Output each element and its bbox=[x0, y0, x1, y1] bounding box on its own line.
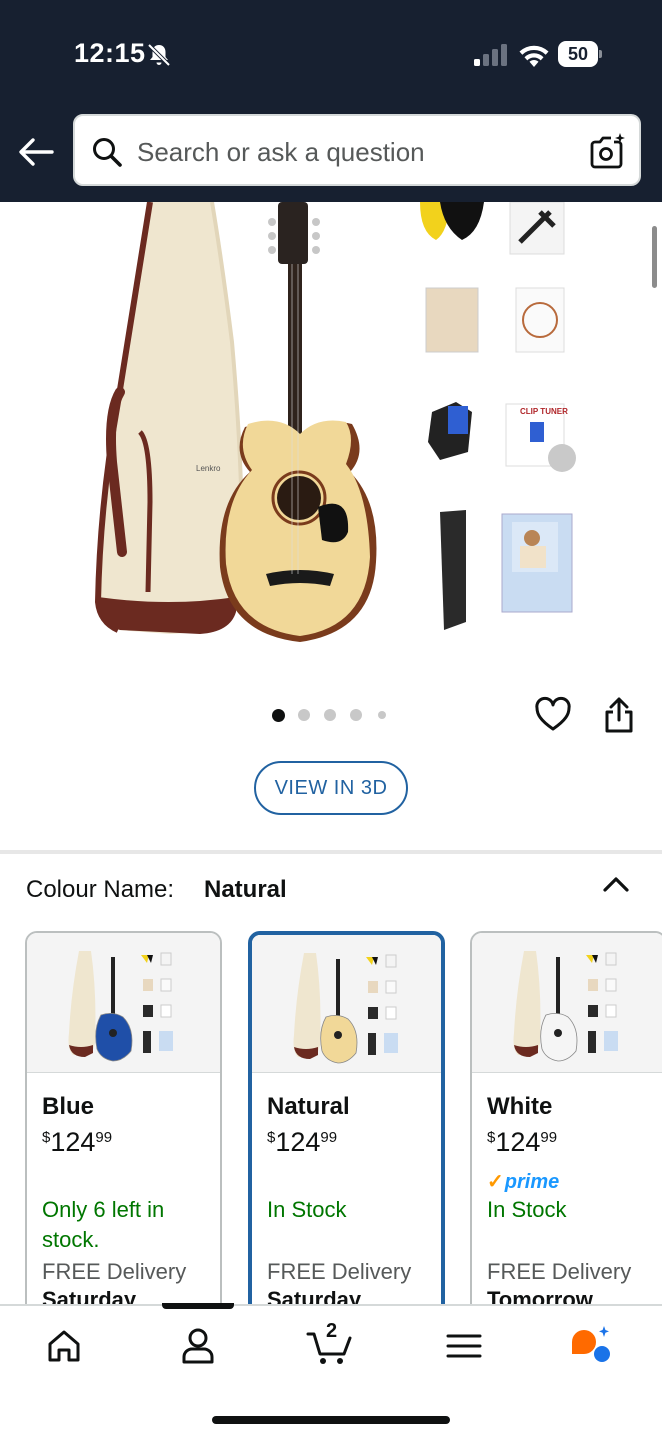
variant-image bbox=[293, 953, 398, 1064]
delivery-info: FREE Delivery bbox=[42, 1259, 187, 1284]
colour-variant-card[interactable]: Blue $12499 Only 6 left in stock. FREE D… bbox=[25, 931, 222, 1331]
prime-check-icon: ✓ bbox=[487, 1171, 504, 1193]
carousel-dot-1[interactable] bbox=[272, 709, 285, 722]
home-indicator bbox=[212, 1416, 450, 1424]
camera-search-icon[interactable] bbox=[587, 132, 627, 172]
view-in-3d-button[interactable]: VIEW IN 3D bbox=[254, 761, 408, 815]
gig-bag-illustration: Lenkro bbox=[94, 202, 244, 634]
delivery-info: FREE Delivery bbox=[267, 1259, 412, 1284]
price-fraction: 99 bbox=[95, 1129, 113, 1146]
home-icon[interactable] bbox=[42, 1324, 86, 1368]
price-symbol: $ bbox=[487, 1129, 496, 1146]
product-page: 12:15 50 Search or ask a question Lenkro… bbox=[0, 0, 662, 1440]
accessories-illustration: CLIP TUNER bbox=[420, 202, 576, 630]
variant-image bbox=[513, 951, 618, 1062]
battery-cap bbox=[599, 50, 602, 58]
battery-level: 50 bbox=[558, 41, 598, 67]
chevron-up-icon[interactable] bbox=[600, 870, 632, 898]
page-scrollbar[interactable] bbox=[652, 226, 657, 288]
price-fraction: 99 bbox=[320, 1129, 338, 1146]
price-symbol: $ bbox=[42, 1129, 51, 1146]
price-whole: 124 bbox=[50, 1127, 96, 1157]
heart-icon[interactable] bbox=[534, 696, 572, 734]
svg-text:CLIP TUNER: CLIP TUNER bbox=[520, 407, 568, 416]
back-arrow-icon[interactable] bbox=[16, 132, 56, 172]
stock-status: Only 6 left in stock. bbox=[42, 1197, 165, 1252]
variant-price: $12499 bbox=[42, 1127, 112, 1158]
carousel-dot-3[interactable] bbox=[324, 709, 336, 721]
search-icon bbox=[93, 138, 122, 167]
colour-name-value: Natural bbox=[204, 876, 287, 903]
colour-variant-card[interactable]: Natural $12499 In Stock FREE Delivery Sa… bbox=[248, 931, 445, 1331]
stock-status: In Stock bbox=[487, 1197, 567, 1222]
colour-variant-card[interactable]: White $12499 ✓prime In Stock FREE Delive… bbox=[470, 931, 662, 1331]
variant-image bbox=[68, 951, 173, 1062]
variant-price: $12499 bbox=[267, 1127, 337, 1158]
delivery-info: FREE Delivery bbox=[487, 1259, 632, 1284]
rufus-ai-icon[interactable] bbox=[568, 1324, 612, 1368]
share-icon[interactable] bbox=[602, 696, 636, 734]
bell-off-icon bbox=[147, 43, 171, 67]
menu-icon[interactable] bbox=[442, 1324, 486, 1368]
colour-name-label: Colour Name: bbox=[26, 876, 175, 903]
variant-thumbnail bbox=[252, 935, 441, 1073]
price-whole: 124 bbox=[275, 1127, 321, 1157]
variant-price: $12499 bbox=[487, 1127, 557, 1158]
cellular-signal-icon bbox=[474, 44, 507, 66]
section-divider bbox=[0, 850, 662, 854]
variant-thumbnail bbox=[472, 933, 662, 1073]
carousel-dot-4[interactable] bbox=[350, 709, 362, 721]
variant-thumbnail bbox=[27, 933, 220, 1073]
product-image: Lenkro CLIP TUNER bbox=[94, 202, 576, 642]
stock-status: In Stock bbox=[267, 1197, 347, 1222]
status-time: 12:15 bbox=[74, 38, 146, 68]
cart-count: 2 bbox=[326, 1320, 338, 1342]
search-input[interactable]: Search or ask a question bbox=[73, 114, 641, 186]
variant-name: Natural bbox=[267, 1093, 350, 1120]
cart-button[interactable]: 2 bbox=[306, 1320, 354, 1368]
wifi-icon bbox=[519, 45, 549, 67]
carousel-dot-2[interactable] bbox=[298, 709, 310, 721]
active-tab-indicator bbox=[162, 1303, 234, 1309]
carousel-dot-5[interactable] bbox=[378, 711, 386, 719]
price-symbol: $ bbox=[267, 1129, 276, 1146]
product-image-carousel[interactable]: Lenkro CLIP TUNER bbox=[0, 202, 662, 672]
prime-label: prime bbox=[504, 1171, 560, 1193]
account-icon[interactable] bbox=[176, 1324, 220, 1368]
price-fraction: 99 bbox=[540, 1129, 558, 1146]
header-bar: 12:15 50 Search or ask a question bbox=[0, 0, 662, 202]
svg-text:Lenkro: Lenkro bbox=[196, 464, 221, 473]
battery-indicator: 50 bbox=[558, 41, 602, 67]
acoustic-guitar-illustration bbox=[219, 202, 377, 642]
prime-badge: ✓prime bbox=[487, 1169, 559, 1194]
search-placeholder: Search or ask a question bbox=[137, 137, 425, 167]
price-whole: 124 bbox=[495, 1127, 541, 1157]
variant-name: Blue bbox=[42, 1093, 95, 1120]
variant-name: White bbox=[487, 1093, 553, 1120]
